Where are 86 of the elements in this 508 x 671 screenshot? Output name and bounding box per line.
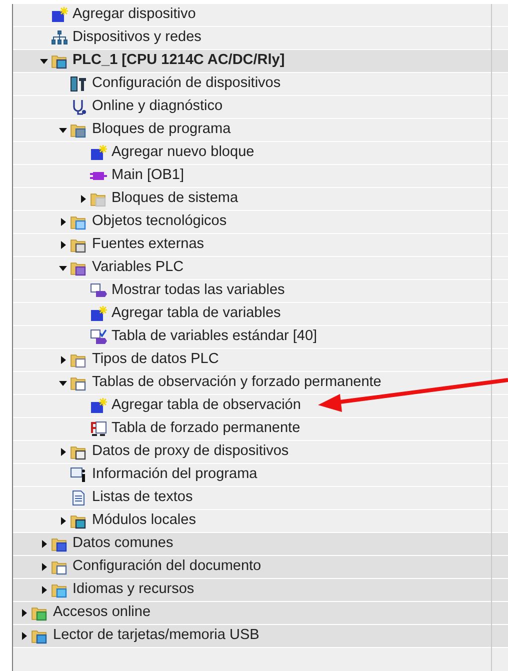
collapse-arrow-icon[interactable] [59,379,67,387]
tree-row[interactable]: Configuración del documento [13,556,508,579]
tree-item-label: Online y diagnóstico [92,97,223,116]
expand-arrow-icon[interactable] [20,609,28,617]
tree-row[interactable]: PLC_1 [CPU 1214C AC/DC/Rly] [13,50,508,73]
expand-arrow-icon[interactable] [40,586,48,594]
expand-arrow-icon[interactable] [59,517,67,525]
folder-icon [50,582,68,598]
folder-icon [31,628,48,644]
folder-icon [50,536,68,552]
table-icon [90,329,106,345]
tree-item-label: Configuración del documento [72,557,262,576]
tree-row[interactable]: Accesos online [13,602,508,625]
collapse-arrow-icon[interactable] [59,264,67,272]
tags-icon [90,283,106,299]
tree-row[interactable]: Agregar nuevo bloque [13,142,508,165]
folder-icon [50,53,68,69]
tree-item-label: Fuentes externas [92,235,204,254]
stethoscope-icon [70,99,87,115]
tree-row[interactable]: Online y diagnóstico [13,96,508,119]
tree-item-label: Main [OB1] [112,166,184,186]
tree-item-label: Tabla de forzado permanente [112,419,300,438]
tree-item-label: Dispositivos y redes [72,28,202,48]
expand-arrow-icon[interactable] [59,241,67,249]
info-icon [70,467,87,483]
tree-item-label: Objetos tecnológicos [92,212,227,232]
folder-icon [70,214,87,230]
tree-row[interactable]: Agregar dispositivo [13,4,508,27]
tree-item-label: Bloques de sistema [112,189,238,208]
folder-icon [70,444,87,460]
folder-icon [70,375,87,391]
folder-icon [31,605,48,621]
folder-icon [70,237,87,253]
tree-item-label: Agregar tabla de observación [112,396,301,416]
tree-row[interactable]: Lector de tarjetas/memoria USB [13,625,508,648]
tree-item-label: Mostrar todas las variables [112,281,285,300]
tree-item-label: Idiomas y recursos [72,580,194,600]
tree-row[interactable]: Información del programa [13,464,508,487]
tree-item-label: Tablas de observación y forzado permanente [92,373,382,392]
table-icon [90,421,106,437]
folder-icon [70,122,87,138]
tree-item-label: Datos de proxy de dispositivos [92,442,289,462]
expand-arrow-icon[interactable] [59,218,67,226]
collapse-arrow-icon[interactable] [40,57,48,65]
tree-item-label: Bloques de programa [92,120,231,140]
folder-icon [70,513,87,529]
tree-item-label: Listas de textos [92,488,193,508]
expand-arrow-icon[interactable] [59,448,67,456]
tree-row[interactable]: Módulos locales [13,510,508,533]
tree-row[interactable]: Agregar tabla de variables [13,303,508,326]
add-icon [90,145,106,161]
tree-row[interactable]: Idiomas y recursos [13,579,508,602]
tree-row[interactable]: Tablas de observación y forzado permanente [13,372,508,395]
tree-item-label: Agregar nuevo bloque [112,143,254,162]
tree-item-label: Configuración de dispositivos [92,74,281,94]
tree-row[interactable]: Agregar tabla de observación [13,395,508,418]
add-icon [90,398,106,414]
expand-arrow-icon[interactable] [40,563,48,571]
tree-item-label: Módulos locales [92,511,196,530]
folder-icon [50,559,68,575]
expand-arrow-icon[interactable] [20,632,28,640]
expand-arrow-icon[interactable] [40,540,48,548]
tree-item-label: Información del programa [92,465,258,484]
tree-item-label: Tipos de datos PLC [92,350,219,370]
collapse-arrow-icon[interactable] [59,126,67,134]
folder-icon [70,260,87,276]
tree-item-label: Datos comunes [72,534,174,554]
tree-row[interactable]: Objetos tecnológicos [13,211,508,234]
tree-row[interactable]: Configuración de dispositivos [13,73,508,96]
tree-item-label: Agregar dispositivo [72,5,196,24]
expand-arrow-icon[interactable] [59,356,67,364]
expand-arrow-icon[interactable] [78,195,86,203]
folder-icon [70,352,87,368]
tree-item-label: Lector de tarjetas/memoria USB [53,626,260,646]
tree-item-label: Variables PLC [92,258,184,278]
tree-item-label: PLC_1 [CPU 1214C AC/DC/Rly] [72,51,285,70]
add-icon [90,306,106,322]
tree-row[interactable]: Datos comunes [13,533,508,556]
document-icon [70,490,87,506]
network-icon [50,30,68,46]
tree-item-label: Agregar tabla de variables [112,304,281,324]
folder-icon [90,191,106,207]
add-icon [50,7,68,23]
tree-item-label: Tabla de variables estándar [40] [112,327,318,346]
tree-row[interactable]: Tabla de variables estándar [40] [13,326,508,349]
tree-item-label: Accesos online [53,603,151,622]
